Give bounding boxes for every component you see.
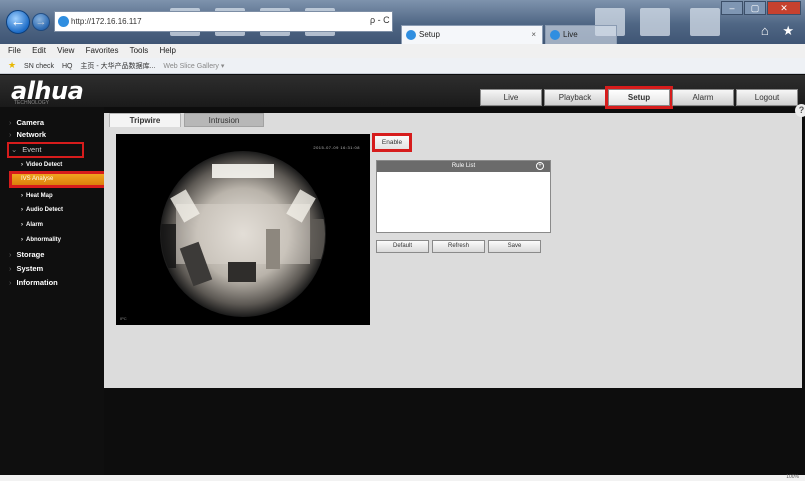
top-nav: Live Playback Setup Alarm Logout (480, 86, 798, 109)
nav-logout[interactable]: Logout (736, 89, 798, 106)
main-panel: Tripwire Intrusion ? 2015-07-09 16:31:08… (104, 104, 805, 388)
chevron-right-icon: › (21, 162, 23, 168)
sidebar-sub-label: Abnormality (26, 237, 62, 243)
screen: ← → http://172.16.16.117 ρ - C Setup × L… (0, 0, 805, 481)
favorites-bar: ★ SN check HQ 主页 - 大华产品数据库... Web Slice … (0, 58, 805, 74)
blurred-tile (640, 8, 670, 36)
sidebar-sub-audio-detect[interactable]: › Audio Detect (0, 205, 104, 216)
app-header: alhua TECHNOLOGY Live Playback Setup Ala… (0, 75, 805, 109)
chevron-right-icon: › (21, 207, 23, 213)
blurred-tile (690, 8, 720, 36)
favorites-star-icon[interactable]: ★ (8, 60, 16, 70)
sidebar-item-label: Event (22, 145, 42, 154)
tab-intrusion[interactable]: Intrusion (184, 113, 264, 127)
browser-titlebar: ← → http://172.16.16.117 ρ - C Setup × L… (0, 0, 805, 44)
sidebar-sub-heat-map[interactable]: › Heat Map (0, 191, 104, 202)
help-icon[interactable]: ? (795, 104, 805, 117)
nav-alarm[interactable]: Alarm (672, 89, 734, 106)
add-rule-icon[interactable]: + (536, 162, 544, 170)
favorite-hq[interactable]: HQ (62, 63, 73, 70)
sidebar-sub-label: Alarm (26, 222, 44, 228)
tab-tripwire[interactable]: Tripwire (109, 113, 181, 127)
chevron-right-icon: › (21, 222, 23, 228)
back-icon[interactable]: ← (6, 10, 30, 34)
bullet-icon: › (9, 278, 12, 287)
sidebar-sub-abnormality[interactable]: › Abnormality (0, 235, 104, 246)
menu-favorites[interactable]: Favorites (86, 46, 119, 55)
menu-tools[interactable]: Tools (130, 46, 149, 55)
sidebar-item-system[interactable]: › System (0, 263, 104, 275)
bullet-icon: › (9, 130, 12, 139)
rule-list-title: Rule List (451, 163, 476, 169)
menu-edit[interactable]: Edit (32, 46, 46, 55)
sidebar-item-label: Storage (16, 250, 45, 259)
sidebar-sub-alarm[interactable]: › Alarm (0, 220, 104, 231)
nav-setup[interactable]: Setup (605, 86, 673, 109)
expand-icon: ⌄ (11, 145, 18, 154)
menu-help[interactable]: Help (160, 46, 176, 55)
search-refresh-icon[interactable]: ρ - C (370, 11, 390, 30)
chevron-right-icon: › (21, 193, 23, 199)
sidebar-item-label: Camera (16, 118, 45, 127)
action-buttons: Default Refresh Save (376, 240, 541, 253)
browser-tab-live[interactable]: Live (545, 25, 617, 44)
sidebar-item-storage[interactable]: › Storage (0, 249, 104, 261)
sidebar-sub-video-detect[interactable]: › Video Detect (0, 160, 104, 171)
sidebar-item-label: Information (16, 278, 58, 287)
browser-tab-setup[interactable]: Setup × (401, 25, 543, 44)
menu-file[interactable]: File (8, 46, 21, 55)
ie-icon (550, 30, 560, 40)
ie-icon (406, 30, 416, 40)
menu-view[interactable]: View (57, 46, 74, 55)
video-preview[interactable]: 2015-07-09 16:31:08 IPC (116, 134, 370, 325)
refresh-button[interactable]: Refresh (432, 240, 485, 253)
enable-highlight: Enable (372, 133, 412, 152)
fisheye-image (160, 151, 326, 317)
window-controls: – ▢ ✕ (721, 1, 801, 15)
sidebar-sub-label: IVS Analyse (21, 176, 54, 182)
bullet-icon: › (9, 118, 12, 127)
zoom-level[interactable]: 100% (786, 474, 799, 480)
video-timestamp: 2015-07-09 16:31:08 (313, 145, 360, 150)
save-button[interactable]: Save (488, 240, 541, 253)
maximize-icon[interactable]: ▢ (744, 1, 766, 15)
minimize-icon[interactable]: – (721, 1, 743, 15)
forward-icon[interactable]: → (32, 13, 50, 31)
address-text: http://172.16.16.117 (71, 17, 142, 26)
sidebar-sub-label: Audio Detect (26, 207, 64, 213)
close-icon[interactable]: ✕ (767, 1, 801, 15)
nav-live[interactable]: Live (480, 89, 542, 106)
home-favorites-icons[interactable]: ⌂ ★ (761, 23, 799, 39)
bullet-icon: › (9, 250, 12, 259)
sidebar-sub-label: Video Detect (26, 162, 63, 168)
chevron-right-icon: › (21, 237, 23, 243)
favorite-product-db[interactable]: 主页 - 大华产品数据库... (80, 63, 155, 70)
sidebar-sub-ivs-analyse[interactable]: IVS Analyse (9, 171, 107, 188)
browser-statusbar: 100% (0, 474, 805, 481)
video-channel-label: IPC (120, 316, 127, 321)
favorite-sn-check[interactable]: SN check (24, 63, 54, 70)
sidebar-item-label: Network (16, 130, 47, 139)
default-button[interactable]: Default (376, 240, 429, 253)
sidebar-item-camera[interactable]: › Camera (0, 117, 104, 129)
sidebar-item-network[interactable]: › Network (0, 129, 104, 141)
sidebar-item-label: System (16, 264, 44, 273)
ie-icon (58, 16, 69, 27)
tab-label: Setup (419, 30, 440, 39)
nav-playback[interactable]: Playback (544, 89, 606, 106)
browser-menubar: File Edit View Favorites Tools Help (0, 44, 805, 58)
enable-button[interactable]: Enable (375, 136, 409, 149)
tab-close-icon[interactable]: × (531, 26, 536, 44)
tab-label: Live (563, 30, 578, 39)
sidebar-item-information[interactable]: › Information (0, 277, 104, 289)
rule-list[interactable]: Rule List + (376, 160, 551, 233)
bullet-icon: › (9, 264, 12, 273)
favorite-web-slice[interactable]: Web Slice Gallery ▾ (163, 63, 224, 70)
sidebar-item-event[interactable]: ⌄ Event (7, 142, 84, 158)
logo-subtitle: TECHNOLOGY (14, 100, 50, 106)
rule-list-header: Rule List + (377, 161, 550, 172)
sidebar-sub-label: Heat Map (26, 193, 53, 199)
address-bar[interactable]: http://172.16.16.117 (54, 11, 393, 32)
sidebar: › Camera › Network ⌄ Event › Video Detect IV… (0, 107, 107, 475)
